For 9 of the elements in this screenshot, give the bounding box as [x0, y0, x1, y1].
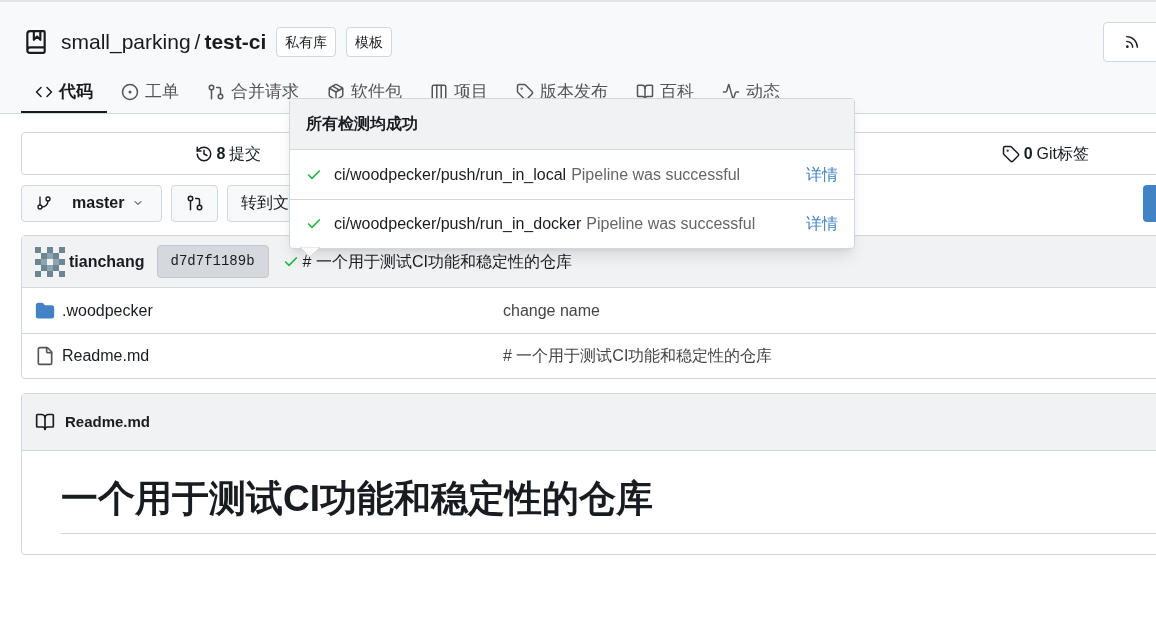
check-description: Pipeline was successful	[571, 164, 741, 185]
popup-title: 所有检测均成功	[290, 99, 854, 150]
readme-heading: 一个用于测试CI功能和稳定性的仓库	[61, 471, 1156, 534]
check-context: ci/woodpecker/push/run_in_local	[334, 164, 567, 185]
repo-label: 私有库	[276, 27, 337, 57]
check-description: Pipeline was successful	[586, 214, 756, 234]
path-separator: /	[194, 29, 201, 56]
readme-filename: Readme.md	[65, 411, 151, 432]
repo-label: 模板	[346, 27, 393, 57]
